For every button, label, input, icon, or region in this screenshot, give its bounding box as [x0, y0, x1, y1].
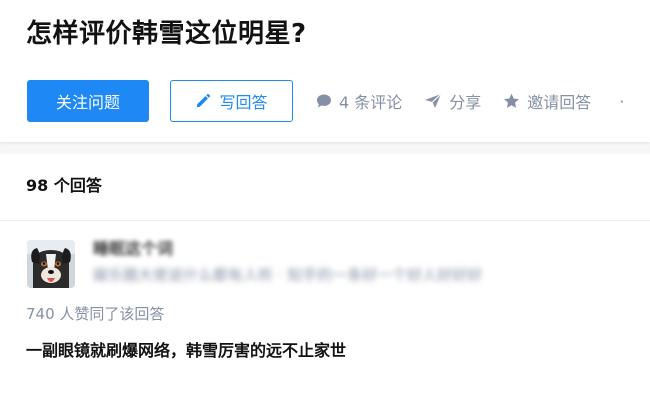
invite-answer-button[interactable]: 邀请回答	[503, 89, 591, 113]
comment-bubble-icon	[317, 94, 331, 108]
answer-count: 98 个回答	[26, 176, 102, 195]
write-answer-label: 写回答	[219, 93, 268, 112]
share-button[interactable]: 分享	[424, 89, 481, 113]
avatar[interactable]	[27, 240, 75, 288]
question-title: 怎样评价韩雪这位明星?	[26, 19, 307, 49]
pencil-icon	[197, 93, 211, 107]
share-label: 分享	[449, 93, 482, 112]
dog-avatar-image	[27, 240, 75, 288]
answer-excerpt[interactable]: 一副眼镜就刷爆网络，韩雪厉害的远不止家世	[26, 339, 346, 363]
question-header: 怎样评价韩雪这位明星? 关注问题 写回答 4 条评论 分享 邀请回答 ·	[0, 0, 650, 142]
paper-plane-icon	[425, 93, 442, 108]
vote-count: 740 人赞同了该回答	[26, 305, 165, 323]
follow-question-button[interactable]: 关注问题	[27, 80, 149, 122]
comments-button[interactable]: 4 条评论	[316, 89, 402, 113]
author-bio: 娱乐圈大佬说什么都有人听 · 知乎的一条好一个好人好好好	[93, 266, 483, 284]
more-options-button[interactable]: ·	[619, 92, 624, 111]
write-answer-button[interactable]: 写回答	[170, 80, 293, 122]
divider	[0, 220, 650, 221]
answers-card: 98 个回答 睡眠这个词 娱乐圈大佬说什么都有人听 · 知乎的一条好一个好人好好…	[0, 154, 650, 408]
question-actions: 关注问题 写回答 4 条评论 分享 邀请回答 ·	[27, 79, 624, 123]
invite-answer-label: 邀请回答	[527, 93, 592, 112]
comments-label: 4 条评论	[339, 93, 403, 112]
star-icon	[504, 93, 520, 108]
author-name[interactable]: 睡眠这个词	[93, 238, 173, 260]
